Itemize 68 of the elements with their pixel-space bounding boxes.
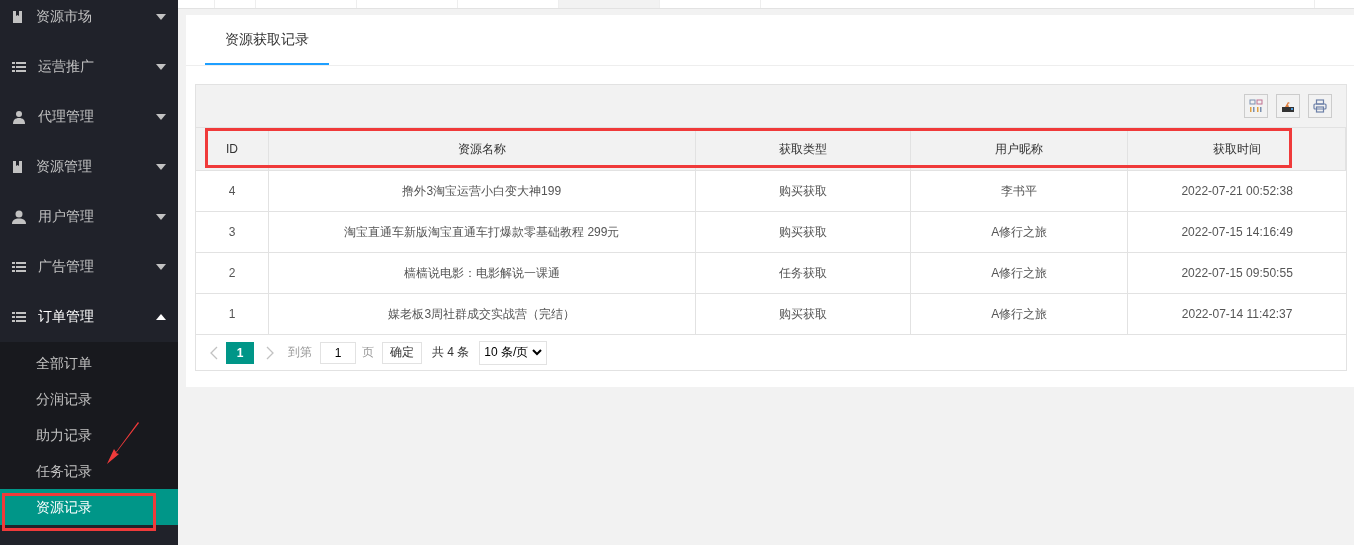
table-cell: A修行之旅 <box>911 294 1129 334</box>
table-cell-text: 2022-07-21 00:52:38 <box>1180 183 1294 200</box>
table-cell: 4 <box>196 171 269 211</box>
caret-down-icon <box>156 214 166 220</box>
table-cell-text: 2022-07-15 14:16:49 <box>1180 224 1294 241</box>
table-cell: A修行之旅 <box>911 253 1129 293</box>
print-button[interactable] <box>1308 94 1332 118</box>
confirm-button[interactable]: 确定 <box>382 341 422 364</box>
caret-down-icon <box>156 264 166 270</box>
table-cell: 任务获取 <box>695 253 912 293</box>
caret-down-icon <box>156 64 166 70</box>
export-button[interactable] <box>1276 94 1300 118</box>
user-group-icon <box>12 110 26 124</box>
annotation-arrow <box>106 421 140 465</box>
table-cell: 3 <box>196 212 269 252</box>
table-cell: 李书平 <box>911 171 1129 211</box>
table-cell: 媒老板3周社群成交实战营（完结） <box>268 294 696 334</box>
caret-up-icon <box>156 314 166 320</box>
table-cell: 撸外3淘宝运营小白变大神199 <box>268 171 696 211</box>
table-cell: 淘宝直通车新版淘宝直通车打爆款零基础教程 299元 <box>268 212 696 252</box>
caret-down-icon <box>156 164 166 170</box>
caret-down-icon <box>156 14 166 20</box>
submenu-item[interactable]: 助力记录 <box>0 417 178 453</box>
table-cell: 购买获取 <box>695 171 912 211</box>
sidebar-item[interactable]: 资源管理 <box>0 142 178 192</box>
sidebar-item[interactable]: 用户管理 <box>0 192 178 242</box>
chevron-down-icon <box>532 349 543 356</box>
list-icon <box>12 261 26 273</box>
column-header: 用户昵称 <box>911 128 1129 170</box>
sidebar-item[interactable]: 运营推广 <box>0 42 178 92</box>
column-header: 获取类型 <box>695 128 912 170</box>
column-header: 资源名称 <box>268 128 696 170</box>
submenu-item[interactable]: 分润记录 <box>0 381 178 417</box>
sidebar-item[interactable]: 资源市场 <box>0 0 178 42</box>
sidebar-item[interactable]: 订单管理 <box>0 292 178 342</box>
caret-down-icon <box>156 114 166 120</box>
table-cell: A修行之旅 <box>911 212 1129 252</box>
next-page-icon[interactable] <box>266 345 274 360</box>
column-header: ID <box>196 128 269 170</box>
sidebar-item[interactable]: 广告管理 <box>0 242 178 292</box>
list-icon <box>12 311 26 323</box>
list-icon <box>12 61 26 73</box>
table-cell-text: 2022-07-15 09:50:55 <box>1180 265 1294 282</box>
columns-icon <box>1249 99 1263 113</box>
total-count: 共 4 条 <box>432 344 470 361</box>
page-unit-label: 页 <box>362 344 374 361</box>
columns-button[interactable] <box>1244 94 1268 118</box>
sidebar-item[interactable]: 代理管理 <box>0 92 178 142</box>
page-size-select[interactable]: 10 条/页 <box>479 340 548 365</box>
table-cell: 购买获取 <box>695 212 912 252</box>
user-icon <box>12 210 26 224</box>
goto-label: 到第 <box>288 344 312 361</box>
table-cell: 购买获取 <box>695 294 912 334</box>
page-number-button[interactable]: 1 <box>226 341 254 364</box>
previous-page-icon[interactable] <box>210 345 218 360</box>
table-cell: 1 <box>196 294 269 334</box>
submenu-item[interactable]: 全部订单 <box>0 345 178 381</box>
submenu-item[interactable]: 任务记录 <box>0 453 178 489</box>
book-icon <box>12 160 24 174</box>
print-icon <box>1313 99 1327 113</box>
table-cell-text: 2022-07-14 11:42:37 <box>1180 306 1294 323</box>
table-cell: 樯樯说电影：电影解说一课通 <box>268 253 696 293</box>
column-header: 获取时间 <box>1128 128 1346 170</box>
page-input[interactable]: 1 <box>320 341 356 364</box>
book-icon <box>12 10 24 24</box>
tab[interactable]: 资源获取记录 <box>205 15 329 65</box>
export-icon <box>1281 99 1295 113</box>
table-cell: 2 <box>196 253 269 293</box>
